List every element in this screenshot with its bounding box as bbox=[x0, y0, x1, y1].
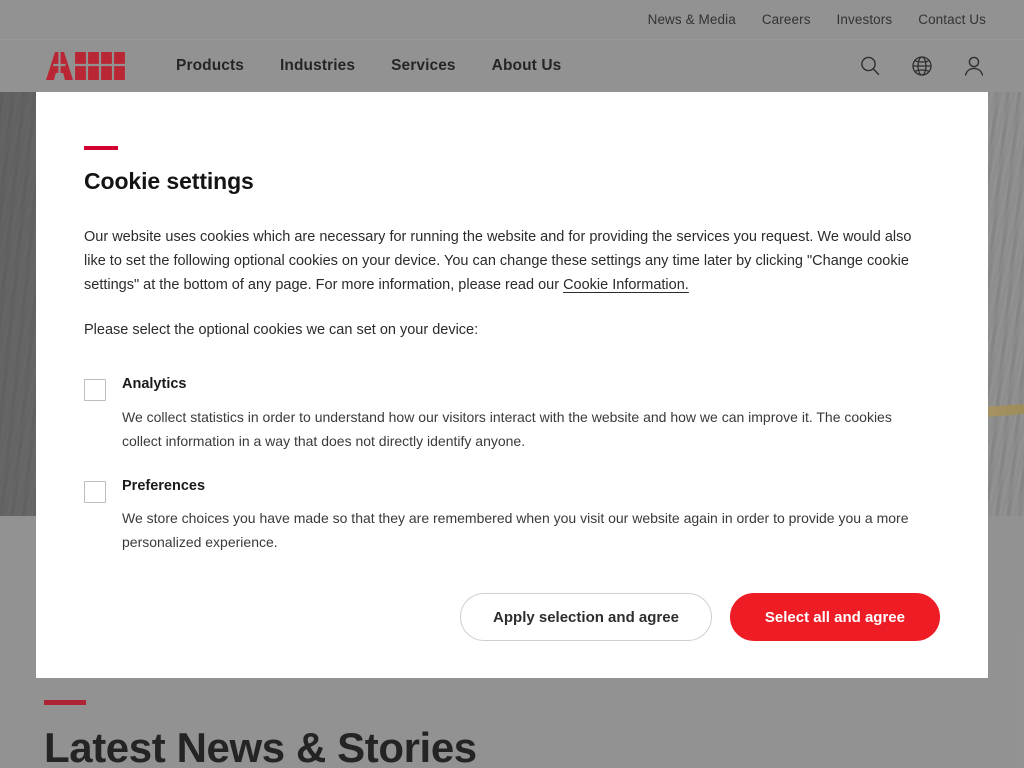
modal-select-instruction: Please select the optional cookies we ca… bbox=[84, 322, 479, 339]
analytics-option-body: Analytics We collect statistics in order… bbox=[122, 376, 912, 453]
analytics-label: Analytics bbox=[122, 376, 187, 393]
cookie-information-link[interactable]: Cookie Information. bbox=[563, 277, 689, 293]
apply-selection-and-agree-button[interactable]: Apply selection and agree bbox=[460, 593, 712, 641]
preferences-checkbox[interactable] bbox=[84, 480, 106, 503]
modal-actions: Apply selection and agree Select all and… bbox=[460, 593, 940, 641]
preferences-option-body: Preferences We store choices you have ma… bbox=[122, 478, 912, 555]
modal-accent-bar bbox=[84, 146, 118, 150]
modal-intro-text: Our website uses cookies which are neces… bbox=[84, 229, 912, 294]
cookie-option-preferences: Preferences We store choices you have ma… bbox=[84, 478, 940, 555]
analytics-description: We collect statistics in order to unders… bbox=[122, 408, 892, 449]
preferences-description: We store choices you have made so that t… bbox=[122, 510, 909, 551]
cookie-settings-dialog: Cookie settings Our website uses cookies… bbox=[36, 92, 988, 678]
analytics-checkbox[interactable] bbox=[84, 379, 106, 402]
modal-intro-paragraph: Our website uses cookies which are neces… bbox=[84, 225, 932, 297]
select-all-and-agree-button[interactable]: Select all and agree bbox=[729, 593, 940, 641]
modal-title: Cookie settings bbox=[84, 168, 254, 194]
cookie-option-analytics: Analytics We collect statistics in order… bbox=[84, 376, 940, 453]
preferences-label: Preferences bbox=[122, 477, 206, 494]
